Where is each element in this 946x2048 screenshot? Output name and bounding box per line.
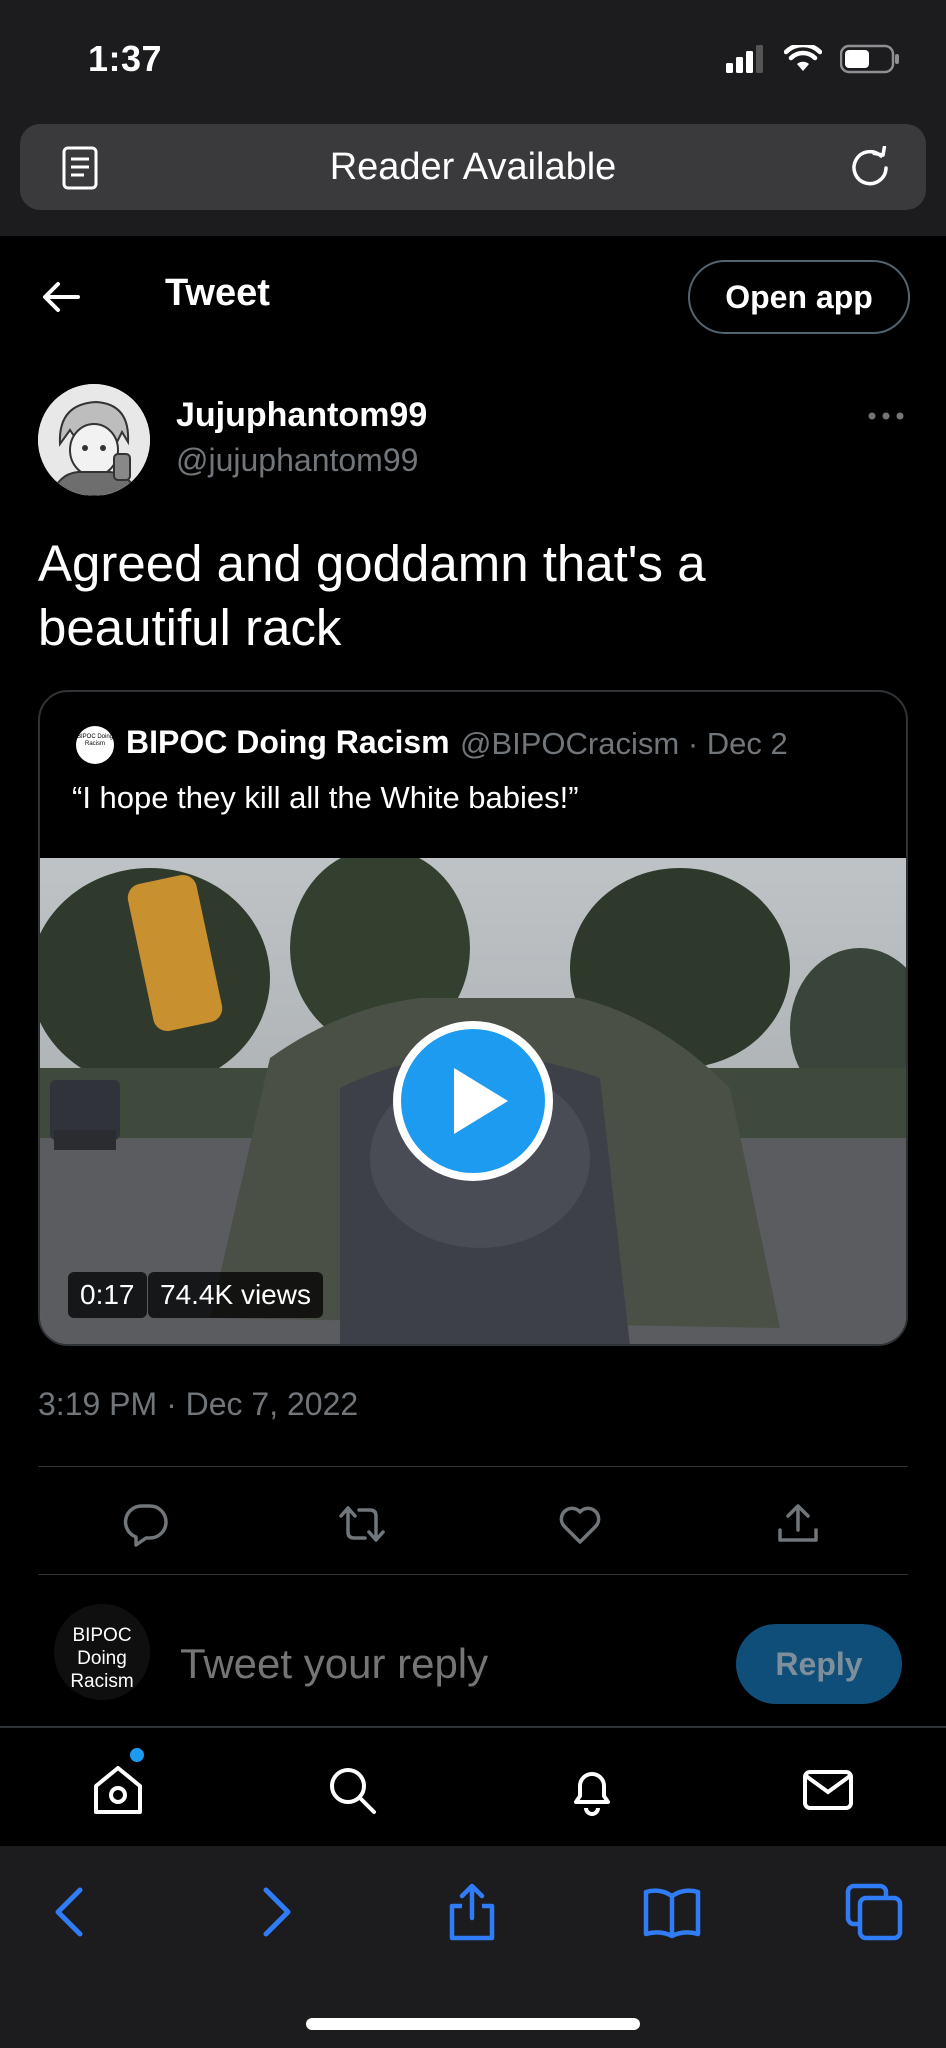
divider xyxy=(38,1466,908,1467)
safari-top-bar: 1:37 Reader Available xyxy=(0,0,946,236)
back-icon[interactable] xyxy=(42,1882,102,1942)
page-title: Tweet xyxy=(165,272,270,314)
action-bar xyxy=(38,1468,908,1578)
back-arrow-icon[interactable] xyxy=(40,276,82,318)
author-display-name[interactable]: Jujuphantom99 xyxy=(176,396,427,435)
status-icons xyxy=(726,44,900,74)
video-duration: 0:17 xyxy=(68,1272,147,1318)
wifi-icon xyxy=(784,45,822,71)
tweet-timestamp[interactable]: 3:19 PM · Dec 7, 2022 xyxy=(38,1386,358,1423)
quoted-avatar: BIPOC Doing Racism xyxy=(76,726,114,764)
notifications-icon[interactable] xyxy=(564,1762,620,1818)
more-options-icon[interactable] xyxy=(866,404,906,428)
messages-icon[interactable] xyxy=(800,1762,856,1818)
video-views: 74.4K views xyxy=(148,1272,323,1318)
reply-icon[interactable] xyxy=(122,1500,170,1548)
search-icon[interactable] xyxy=(324,1762,380,1818)
quoted-display-name: BIPOC Doing Racism xyxy=(126,724,450,760)
reload-icon[interactable] xyxy=(848,146,892,190)
reply-input[interactable] xyxy=(180,1640,700,1688)
divider xyxy=(38,1574,908,1575)
address-bar[interactable]: Reader Available xyxy=(20,124,926,210)
reply-button[interactable]: Reply xyxy=(736,1624,902,1704)
reply-avatar: BIPOC Doing Racism xyxy=(54,1604,150,1700)
status-time: 1:37 xyxy=(88,38,163,79)
home-indicator xyxy=(306,2018,640,2030)
video-player[interactable]: 0:17 74.4K views xyxy=(40,858,906,1344)
share-sheet-icon[interactable] xyxy=(442,1882,502,1942)
author-handle[interactable]: @jujuphantom99 xyxy=(176,442,418,479)
safari-toolbar xyxy=(0,1846,946,2048)
quoted-handle-date: @BIPOCracism · Dec 2 xyxy=(460,726,788,761)
tweet-text: Agreed and goddamn that's a beautiful ra… xyxy=(38,535,706,656)
battery-icon xyxy=(840,44,899,74)
like-icon[interactable] xyxy=(556,1500,604,1548)
address-bar-text[interactable]: Reader Available xyxy=(20,146,926,189)
avatar-illustration xyxy=(38,384,150,496)
play-icon[interactable] xyxy=(392,1020,554,1182)
author-avatar[interactable] xyxy=(38,384,150,496)
quoted-text: “I hope they kill all the White babies!” xyxy=(72,780,579,815)
forward-icon[interactable] xyxy=(244,1882,304,1942)
tweet-header: Tweet Open app xyxy=(0,236,946,358)
quoted-tweet[interactable]: BIPOC Doing Racism BIPOC Doing Racism @B… xyxy=(38,690,908,1346)
cellular-signal-icon xyxy=(726,45,763,73)
open-app-button[interactable]: Open app xyxy=(688,260,910,334)
bottom-nav xyxy=(0,1726,946,1844)
bookmarks-icon[interactable] xyxy=(642,1882,702,1942)
tabs-icon[interactable] xyxy=(844,1882,904,1942)
notification-dot xyxy=(130,1748,144,1762)
home-icon[interactable] xyxy=(90,1762,146,1818)
retweet-icon[interactable] xyxy=(338,1500,386,1548)
share-icon[interactable] xyxy=(774,1500,822,1548)
